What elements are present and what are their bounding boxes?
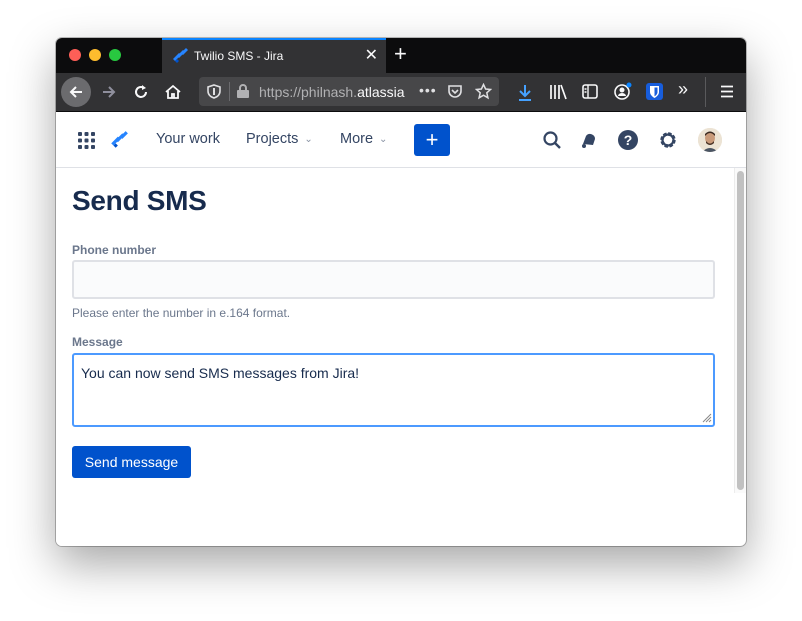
home-icon bbox=[165, 84, 181, 99]
nav-projects-label: Projects bbox=[246, 131, 299, 147]
account-icon[interactable] bbox=[613, 82, 633, 101]
url-separator bbox=[229, 82, 230, 101]
chevron-down-icon: ⌄ bbox=[379, 133, 388, 145]
resize-handle-icon[interactable] bbox=[700, 411, 712, 423]
tab-close-icon[interactable]: ✕ bbox=[365, 45, 378, 65]
url-bar[interactable]: https://philnash.atlassia ••• bbox=[199, 77, 499, 106]
bitwarden-icon bbox=[650, 86, 659, 98]
tab-title: Twilio SMS - Jira bbox=[194, 49, 284, 63]
help-button[interactable]: ? bbox=[616, 128, 640, 152]
close-window-button[interactable] bbox=[69, 49, 81, 61]
forward-button[interactable] bbox=[94, 77, 124, 107]
chevron-down-icon: ⌄ bbox=[304, 133, 313, 145]
page-actions-icon[interactable]: ••• bbox=[419, 82, 437, 98]
back-button[interactable] bbox=[61, 77, 91, 107]
jira-top-nav: Your work Projects ⌄ More ⌄ + ? bbox=[56, 112, 746, 168]
message-textarea[interactable]: You can now send SMS messages from Jira! bbox=[72, 353, 715, 427]
url-prefix: https://philnash. bbox=[259, 84, 358, 100]
minimize-window-button[interactable] bbox=[89, 49, 101, 61]
phone-number-help: Please enter the number in e.164 format. bbox=[72, 306, 291, 320]
forward-icon bbox=[103, 86, 116, 98]
notifications-icon bbox=[582, 134, 595, 148]
send-message-button[interactable]: Send message bbox=[72, 446, 191, 478]
url-text[interactable]: https://philnash.atlassia bbox=[259, 84, 411, 100]
nav-toolbar: https://philnash.atlassia ••• » bbox=[56, 73, 746, 112]
notifications-button[interactable] bbox=[577, 128, 601, 152]
message-label: Message bbox=[72, 335, 123, 349]
bitwarden-button[interactable] bbox=[646, 83, 663, 100]
browser-window: Twilio SMS - Jira ✕ + https://philnash.a… bbox=[56, 38, 746, 546]
nav-your-work[interactable]: Your work bbox=[156, 131, 220, 147]
library-icon[interactable] bbox=[549, 84, 567, 100]
tracking-shield-icon[interactable] bbox=[207, 84, 221, 99]
browser-tab-active[interactable]: Twilio SMS - Jira ✕ bbox=[162, 38, 386, 73]
scrollbar-thumb[interactable] bbox=[737, 171, 744, 490]
app-switcher-icon[interactable] bbox=[78, 132, 95, 149]
nav-more-label: More bbox=[340, 131, 374, 147]
main-content: Send SMS Phone number Please enter the n… bbox=[56, 168, 734, 546]
zoom-window-button[interactable] bbox=[109, 49, 121, 61]
settings-button[interactable] bbox=[656, 128, 680, 152]
phone-number-input[interactable] bbox=[72, 260, 715, 299]
page-title: Send SMS bbox=[72, 185, 207, 216]
toolbar-separator bbox=[705, 77, 706, 107]
download-icon[interactable] bbox=[517, 84, 533, 101]
settings-icon bbox=[660, 132, 676, 148]
svg-text:?: ? bbox=[624, 132, 633, 148]
tab-strip: Twilio SMS - Jira ✕ + bbox=[56, 38, 746, 73]
search-icon bbox=[543, 131, 561, 149]
search-button[interactable] bbox=[540, 128, 564, 152]
vertical-scrollbar[interactable] bbox=[734, 168, 746, 493]
create-button[interactable]: + bbox=[414, 124, 450, 156]
pocket-icon[interactable] bbox=[447, 84, 463, 99]
overflow-icon[interactable]: » bbox=[678, 79, 688, 100]
sidebar-icon[interactable] bbox=[582, 84, 598, 99]
jira-favicon-icon bbox=[173, 48, 188, 63]
avatar-photo bbox=[698, 128, 722, 152]
new-tab-button[interactable]: + bbox=[394, 41, 407, 67]
url-domain: atlassia bbox=[357, 84, 405, 100]
nav-projects[interactable]: Projects ⌄ bbox=[246, 131, 313, 147]
reload-icon bbox=[135, 85, 147, 98]
help-icon: ? bbox=[618, 130, 638, 150]
back-icon bbox=[69, 86, 82, 98]
menu-icon[interactable] bbox=[720, 85, 734, 98]
phone-number-label: Phone number bbox=[72, 243, 157, 257]
nav-your-work-label: Your work bbox=[156, 131, 220, 147]
jira-logo-icon[interactable] bbox=[109, 130, 129, 150]
reload-button[interactable] bbox=[126, 77, 156, 107]
avatar[interactable] bbox=[698, 128, 722, 152]
nav-more[interactable]: More ⌄ bbox=[340, 131, 387, 147]
home-button[interactable] bbox=[158, 77, 188, 107]
lock-icon[interactable] bbox=[236, 83, 250, 99]
bookmark-star-icon[interactable] bbox=[475, 83, 492, 100]
